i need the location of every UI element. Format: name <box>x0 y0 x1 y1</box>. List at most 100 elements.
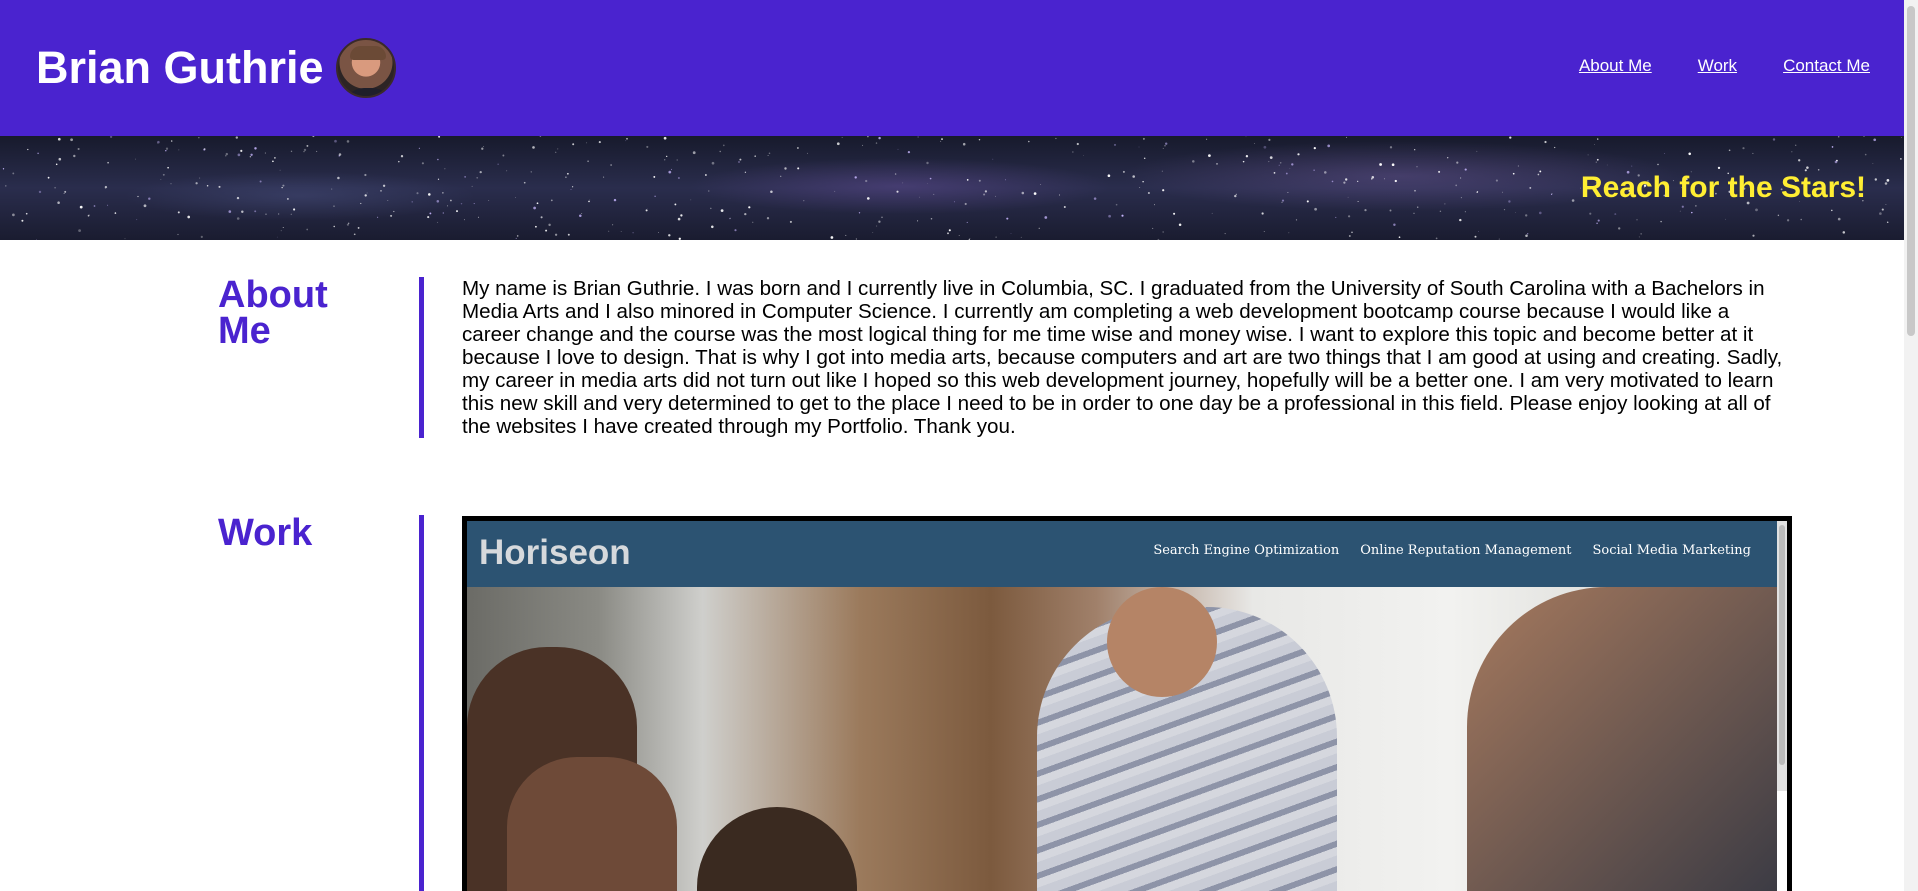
star <box>598 141 601 144</box>
star <box>674 203 677 206</box>
star <box>195 182 198 185</box>
star <box>136 219 138 221</box>
star <box>1416 206 1419 208</box>
star <box>334 139 337 143</box>
star <box>178 149 180 151</box>
star <box>237 153 241 157</box>
star <box>744 212 747 216</box>
star <box>280 230 282 232</box>
star <box>177 211 180 214</box>
star <box>834 190 836 192</box>
star <box>1474 235 1477 238</box>
nav-link-work[interactable]: Work <box>1698 56 1737 76</box>
star <box>1476 150 1478 152</box>
star <box>722 144 725 147</box>
star <box>554 233 558 236</box>
star <box>1281 201 1283 203</box>
star <box>1142 180 1144 183</box>
star <box>992 158 994 160</box>
star <box>530 171 532 173</box>
star <box>1288 232 1290 234</box>
star <box>333 205 335 207</box>
star <box>1478 231 1479 232</box>
nav-link-about-me[interactable]: About Me <box>1579 56 1652 76</box>
star <box>1864 153 1867 156</box>
page-scrollbar[interactable] <box>1904 0 1918 891</box>
star <box>933 193 935 195</box>
star <box>254 147 257 150</box>
star <box>1589 212 1592 215</box>
star <box>1800 218 1802 221</box>
star <box>411 201 413 203</box>
star <box>170 183 172 185</box>
hero-banner: Reach for the Stars! <box>0 136 1904 240</box>
star <box>1596 222 1598 225</box>
star <box>1313 146 1316 150</box>
star <box>1055 137 1057 140</box>
star <box>187 215 191 219</box>
star <box>995 236 997 238</box>
star <box>784 167 787 170</box>
star <box>281 187 283 189</box>
star <box>845 234 847 236</box>
star <box>653 175 656 178</box>
star <box>157 140 160 144</box>
star <box>1795 144 1797 146</box>
star <box>668 170 672 174</box>
star <box>1040 184 1042 185</box>
star <box>400 155 404 158</box>
star <box>545 229 548 232</box>
star <box>279 169 281 171</box>
star <box>948 229 951 232</box>
star <box>1347 215 1351 218</box>
star <box>1107 174 1111 178</box>
star <box>479 170 482 174</box>
star <box>382 184 386 187</box>
star <box>1143 157 1146 160</box>
star <box>1058 194 1060 196</box>
star <box>1527 233 1529 235</box>
star <box>1211 212 1213 214</box>
star <box>612 224 614 226</box>
star <box>705 174 707 176</box>
star <box>678 237 681 240</box>
star <box>1414 149 1416 151</box>
star <box>1464 211 1466 213</box>
star <box>1122 170 1125 173</box>
star <box>282 226 284 228</box>
star <box>1614 213 1617 216</box>
star <box>1162 147 1164 149</box>
star <box>398 160 400 163</box>
star <box>1691 211 1693 214</box>
star <box>1345 178 1348 181</box>
star <box>1660 220 1662 223</box>
star <box>1752 234 1755 237</box>
star <box>1688 152 1691 156</box>
star <box>1874 178 1877 181</box>
star <box>535 225 537 228</box>
star <box>708 190 710 192</box>
nav-link-contact-me[interactable]: Contact Me <box>1783 56 1870 76</box>
star <box>907 150 911 154</box>
star <box>1347 196 1349 198</box>
star <box>1348 235 1351 237</box>
star <box>282 184 285 187</box>
star <box>438 136 441 138</box>
star <box>1093 197 1097 200</box>
star <box>1162 231 1164 233</box>
star <box>588 200 590 203</box>
star <box>947 232 949 235</box>
star <box>264 152 266 154</box>
star <box>807 152 808 154</box>
star <box>47 176 50 179</box>
star <box>1063 205 1066 209</box>
star <box>632 231 634 234</box>
star <box>966 179 969 181</box>
star <box>27 148 29 151</box>
star <box>290 150 293 153</box>
star <box>316 150 318 152</box>
star <box>1020 236 1022 238</box>
star <box>312 136 315 138</box>
project-screenshot[interactable]: Horiseon Search Engine Optimization Onli… <box>462 516 1792 891</box>
star <box>1153 204 1155 206</box>
